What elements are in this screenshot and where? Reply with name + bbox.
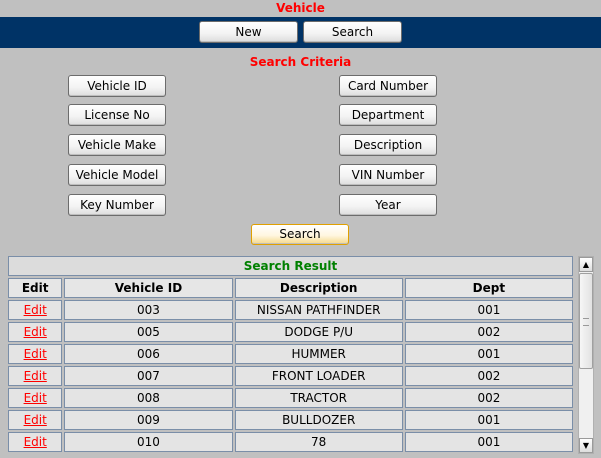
scrollbar-thumb[interactable]	[579, 273, 593, 369]
search-result-panel: Search Result Edit Vehicle ID Descriptio…	[8, 256, 575, 454]
vehicle-make-button[interactable]: Vehicle Make	[68, 134, 166, 156]
search-button[interactable]: Search	[251, 224, 349, 245]
edit-link[interactable]: Edit	[24, 325, 47, 339]
vin-number-button[interactable]: VIN Number	[339, 164, 437, 186]
table-row: Edit 010 78 001	[8, 432, 573, 452]
dept-cell: 002	[404, 366, 573, 386]
description-cell: NISSAN PATHFINDER	[234, 300, 403, 320]
toolbar: New Search	[0, 17, 601, 48]
dept-cell: 001	[404, 410, 573, 430]
new-button[interactable]: New	[199, 21, 298, 43]
edit-link[interactable]: Edit	[24, 391, 47, 405]
column-header-description: Description	[234, 278, 403, 298]
grip-icon	[583, 318, 589, 326]
year-button[interactable]: Year	[339, 194, 437, 216]
dept-cell: 001	[404, 344, 573, 364]
department-button[interactable]: Department	[339, 104, 437, 126]
edit-link[interactable]: Edit	[24, 435, 47, 449]
column-header-vehicle-id: Vehicle ID	[64, 278, 233, 298]
vehicle-id-cell: 006	[64, 344, 233, 364]
column-header-dept: Dept	[404, 278, 573, 298]
toolbar-search-button[interactable]: Search	[303, 21, 402, 43]
vehicle-id-cell: 007	[64, 366, 233, 386]
table-row: Edit 009 BULLDOZER 001	[8, 410, 573, 430]
description-cell: 78	[234, 432, 403, 452]
description-cell: DODGE P/U	[234, 322, 403, 342]
dept-cell: 002	[404, 388, 573, 408]
license-no-button[interactable]: License No	[68, 104, 166, 126]
vehicle-id-cell: 008	[64, 388, 233, 408]
description-cell: BULLDOZER	[234, 410, 403, 430]
edit-link[interactable]: Edit	[24, 369, 47, 383]
table-row: Edit 007 FRONT LOADER 002	[8, 366, 573, 386]
key-number-button[interactable]: Key Number	[68, 194, 166, 216]
edit-link[interactable]: Edit	[24, 303, 47, 317]
vehicle-id-cell: 010	[64, 432, 233, 452]
vehicle-model-button[interactable]: Vehicle Model	[68, 164, 166, 186]
scroll-up-arrow-icon[interactable]: ▲	[579, 257, 593, 272]
card-number-button[interactable]: Card Number	[339, 75, 437, 97]
search-criteria-title: Search Criteria	[249, 55, 352, 69]
scroll-down-arrow-icon[interactable]: ▼	[579, 438, 593, 453]
vehicle-id-cell: 005	[64, 322, 233, 342]
vehicle-id-cell: 003	[64, 300, 233, 320]
description-cell: FRONT LOADER	[234, 366, 403, 386]
edit-link[interactable]: Edit	[24, 347, 47, 361]
dept-cell: 001	[404, 300, 573, 320]
vertical-scrollbar[interactable]: ▲ ▼	[578, 256, 594, 454]
dept-cell: 001	[404, 432, 573, 452]
page-title: Vehicle	[276, 1, 325, 15]
table-row: Edit 003 NISSAN PATHFINDER 001	[8, 300, 573, 320]
edit-link[interactable]: Edit	[24, 413, 47, 427]
description-cell: HUMMER	[234, 344, 403, 364]
table-row: Edit 006 HUMMER 001	[8, 344, 573, 364]
vehicle-id-cell: 009	[64, 410, 233, 430]
search-result-table: Search Result Edit Vehicle ID Descriptio…	[8, 256, 575, 454]
search-result-title: Search Result	[8, 256, 573, 276]
table-row: Edit 008 TRACTOR 002	[8, 388, 573, 408]
vehicle-id-button[interactable]: Vehicle ID	[68, 75, 166, 97]
table-row: Edit 005 DODGE P/U 002	[8, 322, 573, 342]
description-button[interactable]: Description	[339, 134, 437, 156]
description-cell: TRACTOR	[234, 388, 403, 408]
column-header-edit: Edit	[8, 278, 63, 298]
dept-cell: 002	[404, 322, 573, 342]
